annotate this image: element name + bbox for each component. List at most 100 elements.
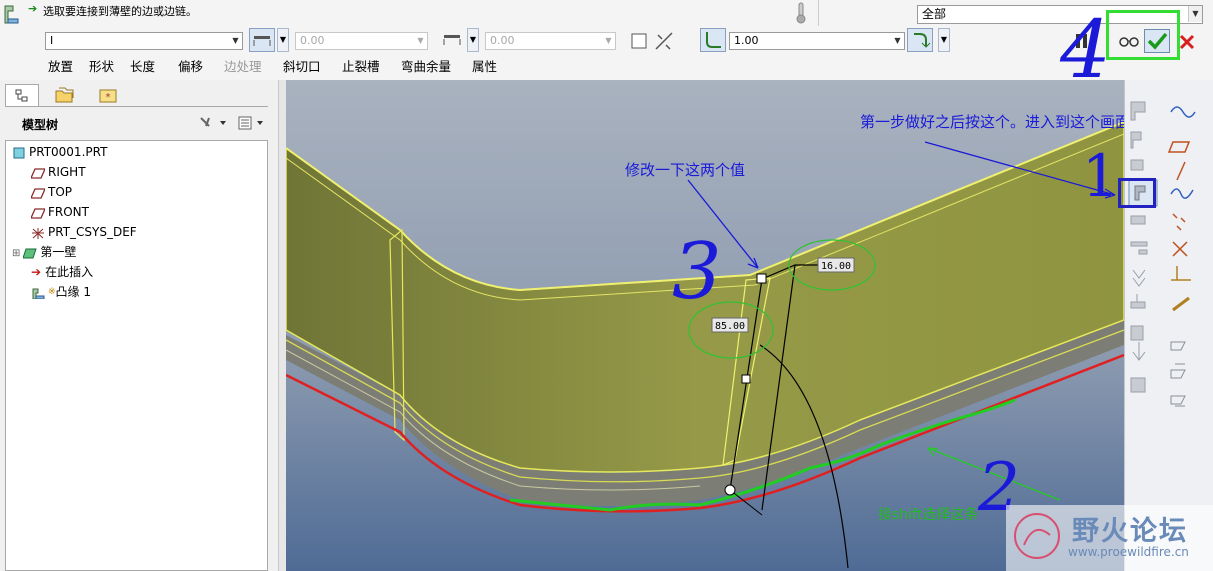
tool-icon[interactable] <box>1132 342 1146 361</box>
bend-side-dropdown[interactable]: ▼ <box>938 28 950 52</box>
tab-bend-allowance[interactable]: 弯曲余量 <box>401 58 451 76</box>
length-2-field[interactable]: 0.00 ▼ <box>485 32 616 50</box>
tree-item-csys[interactable]: PRT_CSYS_DEF <box>31 222 137 242</box>
angle-flip-icon[interactable] <box>654 31 674 51</box>
csys-tool-icon[interactable] <box>1172 241 1188 257</box>
flange-dashboard: ➔ 选取要连接到薄壁的边或边链。 全部 ▼ I ▼ ▼ 0.00 ▼ ▼ 0.0… <box>0 0 1213 81</box>
tool-icon[interactable] <box>1130 377 1146 393</box>
length-type-1-dropdown[interactable]: ▼ <box>277 28 289 52</box>
tool-icon[interactable] <box>1170 341 1186 351</box>
tree-item-label: 第一壁 <box>40 245 77 259</box>
tree-item-insert-here[interactable]: ➔ 在此插入 <box>31 262 93 282</box>
tab-placement[interactable]: 放置 <box>48 58 73 76</box>
tab-shape[interactable]: 形状 <box>89 58 114 76</box>
chevron-down-icon: ▼ <box>1188 6 1202 22</box>
tree-item-front[interactable]: FRONT <box>31 202 89 222</box>
bend-side-button[interactable] <box>907 28 933 52</box>
folder-icon <box>55 87 74 103</box>
tool-icon[interactable] <box>1130 325 1144 341</box>
datum-axis-tool-icon[interactable] <box>1176 161 1186 181</box>
datum-point-tool-icon[interactable] <box>1172 213 1186 231</box>
coordinate-system-icon <box>32 227 44 239</box>
tree-header: 模型树 <box>5 106 268 139</box>
tool-icon[interactable] <box>1130 131 1142 149</box>
tool-icon[interactable] <box>1130 294 1146 309</box>
settings-tools-icon[interactable] <box>198 115 228 131</box>
model-tree-title: 模型树 <box>22 118 59 132</box>
length-type-2-button[interactable] <box>440 28 466 52</box>
dim-16-text: 16.00 <box>821 261 851 272</box>
handwritten-number: 1 <box>1082 142 1119 210</box>
tree-item-label: RIGHT <box>48 165 86 179</box>
length-type-1-button[interactable] <box>249 28 275 52</box>
bend-radius-value: 1.00 <box>734 34 759 47</box>
tree-item-top[interactable]: TOP <box>31 182 72 202</box>
right-toolbar <box>1124 80 1213 571</box>
datum-plane-icon <box>31 207 45 219</box>
bend-side-icon <box>914 33 931 48</box>
tab-relief[interactable]: 止裂槽 <box>342 58 380 76</box>
chevron-down-icon: ▼ <box>940 35 948 44</box>
length-1-field[interactable]: 0.00 ▼ <box>295 32 428 50</box>
thermometer-icon <box>796 2 806 24</box>
message-arrow-icon: ➔ <box>28 2 38 15</box>
datum-curve-tool-icon[interactable] <box>1170 188 1194 199</box>
chevron-down-icon: ▼ <box>602 33 615 49</box>
tab-miter-cuts[interactable]: 斜切口 <box>283 58 321 76</box>
active-star-icon: ※ <box>48 287 56 297</box>
tab-edge-treatment[interactable]: 边处理 <box>224 58 262 76</box>
dim-85-text: 85.00 <box>715 321 745 332</box>
analysis-tool-icon[interactable] <box>1171 266 1191 281</box>
show-menu-icon[interactable] <box>237 115 267 131</box>
tool-icon[interactable] <box>1130 215 1146 225</box>
tab-length[interactable]: 长度 <box>130 58 155 76</box>
tab-folder-browser[interactable] <box>44 86 84 106</box>
tool-icon[interactable] <box>1130 101 1146 121</box>
tree-item-right[interactable]: RIGHT <box>31 162 86 182</box>
length-type-2-dropdown[interactable]: ▼ <box>467 28 479 52</box>
tree-item-flange[interactable]: ※凸缘 1 <box>31 282 91 302</box>
annotation-shift: 接shift选择这条 <box>878 506 978 523</box>
handwritten-number: 3 <box>672 227 722 317</box>
bend-radius-button[interactable] <box>700 28 726 52</box>
cancel-x-icon[interactable] <box>1178 33 1196 51</box>
wall-shape-select[interactable]: I ▼ <box>45 32 243 50</box>
graphics-window[interactable]: 16.00 85.00 3 2 修改一下这两个值 接shift选择这条 <box>286 80 1124 571</box>
tree-item-label: 凸缘 1 <box>55 285 91 299</box>
bend-radius-field[interactable]: 1.00 ▼ <box>729 32 905 50</box>
handwritten-number: 4 <box>1060 3 1111 96</box>
tool-icon[interactable] <box>1132 269 1146 287</box>
expand-plus-icon[interactable]: ⊞ <box>12 248 20 259</box>
drag-handle[interactable] <box>756 273 767 284</box>
flip-side-icon[interactable] <box>630 32 648 50</box>
tab-offset[interactable]: 偏移 <box>178 58 203 76</box>
annotation-highlight-blue <box>1118 178 1156 208</box>
tree-item-first-wall[interactable]: ⊞ 第一壁 <box>12 242 76 262</box>
model-tree-icon <box>15 89 28 102</box>
watermark-logo <box>1014 513 1060 559</box>
drag-handle[interactable] <box>741 374 751 384</box>
chevron-down-icon: ▼ <box>229 33 242 49</box>
tool-icon[interactable] <box>1170 363 1186 379</box>
drag-handle-circle[interactable] <box>724 484 736 496</box>
tree-item-label: TOP <box>48 185 73 199</box>
tree-item-label: PRT_CSYS_DEF <box>48 225 137 239</box>
tab-favorites[interactable]: * <box>88 86 128 106</box>
part-icon <box>13 147 25 158</box>
tool-icon[interactable] <box>1170 395 1186 407</box>
chevron-down-icon: ▼ <box>279 35 287 44</box>
svg-text:*: * <box>106 92 111 103</box>
length-end-icon <box>253 36 271 46</box>
tool-icon[interactable] <box>1130 159 1144 171</box>
sketch-tool-icon[interactable] <box>1170 106 1196 118</box>
tree-item-part[interactable]: PRT0001.PRT <box>12 142 107 162</box>
tab-properties[interactable]: 属性 <box>472 58 497 76</box>
model-tree: PRT0001.PRT RIGHT TOP FRONT PRT_CSYS_DEF… <box>5 140 268 571</box>
measure-tool-icon[interactable] <box>1172 296 1190 312</box>
bend-radius-icon <box>706 32 721 48</box>
datum-plane-tool-icon[interactable] <box>1167 141 1191 153</box>
tool-icon[interactable] <box>1130 241 1148 255</box>
tree-item-label: 在此插入 <box>45 265 94 279</box>
tab-model-tree[interactable] <box>5 84 39 107</box>
tree-item-label: PRT0001.PRT <box>29 145 108 159</box>
